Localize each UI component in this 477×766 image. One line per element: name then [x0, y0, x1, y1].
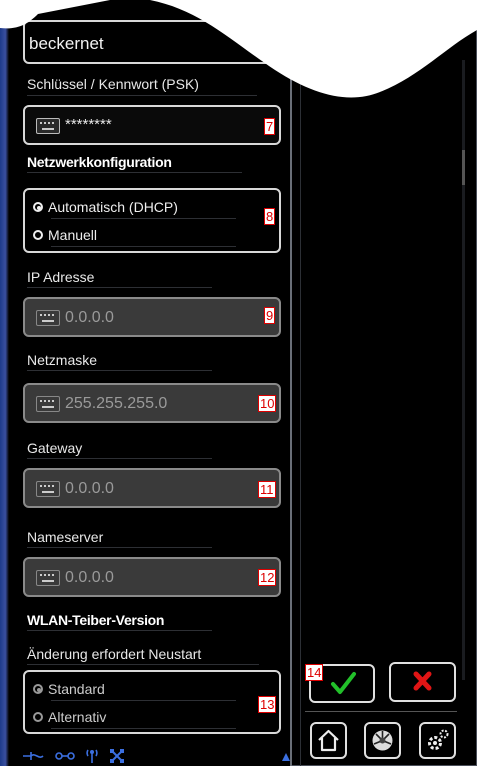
- annotation-badge: 9: [264, 307, 276, 324]
- ip-label: IP Adresse: [27, 269, 95, 285]
- gateway-label: Gateway: [27, 440, 83, 456]
- netconfig-radio-group: Automatisch (DHCP) Manuell: [23, 188, 281, 253]
- scrollbar[interactable]: [462, 60, 465, 680]
- label-underline: [27, 287, 212, 288]
- label-underline: [27, 630, 212, 631]
- label-underline: [27, 458, 212, 459]
- annotation-badge: 14: [305, 664, 324, 681]
- option-underline: [51, 700, 236, 701]
- scrollbar-thumb[interactable]: [462, 150, 465, 185]
- antenna-icon: [86, 749, 98, 763]
- gateway-value: 0.0.0.0: [65, 480, 114, 497]
- home-icon: [318, 729, 339, 752]
- radio-manual-indicator[interactable]: [33, 230, 43, 240]
- netmask-input[interactable]: 255.255.255.0: [23, 383, 281, 423]
- annotation-badge: 13: [258, 696, 277, 713]
- label-underline: [27, 664, 259, 665]
- scroll-up-icon[interactable]: [281, 752, 291, 762]
- netmask-value: 255.255.255.0: [65, 395, 168, 412]
- annotation-badge: 12: [258, 569, 277, 586]
- nameserver-input[interactable]: 0.0.0.0: [23, 557, 281, 597]
- option-underline: [51, 218, 236, 219]
- label-underline: [27, 547, 212, 548]
- keyboard-icon[interactable]: [36, 310, 60, 326]
- ip-input[interactable]: 0.0.0.0: [23, 297, 281, 337]
- nameserver-label: Nameserver: [27, 529, 104, 545]
- cross-icon: [413, 671, 432, 691]
- link-icon: [55, 752, 75, 760]
- psk-input[interactable]: ********: [23, 105, 281, 145]
- radio-standard[interactable]: Standard: [33, 681, 105, 697]
- network-icon: [110, 749, 124, 763]
- status-bar: [9, 746, 291, 766]
- driver-note: Änderung erfordert Neustart: [27, 646, 202, 662]
- driver-heading: WLAN-Teiber-Version: [27, 612, 165, 628]
- annotation-badge: 7: [264, 118, 276, 135]
- cancel-button[interactable]: [389, 662, 456, 702]
- annotation-badge: 8: [264, 208, 276, 225]
- nameserver-value: 0.0.0.0: [65, 569, 114, 586]
- netconfig-heading: Netzwerkkonfiguration: [27, 154, 172, 170]
- radio-dhcp-indicator[interactable]: [33, 202, 43, 212]
- settings-button[interactable]: [419, 722, 456, 759]
- ethernet-icon: [23, 752, 44, 760]
- label-underline: [27, 370, 212, 371]
- fan-icon: [372, 730, 393, 751]
- keyboard-icon[interactable]: [36, 118, 60, 134]
- radio-standard-indicator[interactable]: [33, 684, 43, 694]
- psk-label: Schlüssel / Kennwort (PSK): [27, 76, 199, 92]
- settings-icon: [428, 729, 449, 750]
- option-underline: [51, 246, 236, 247]
- keyboard-icon[interactable]: [36, 481, 60, 497]
- home-button[interactable]: [310, 722, 347, 759]
- annotation-badge: 10: [258, 395, 277, 412]
- ip-value: 0.0.0.0: [65, 309, 114, 326]
- radio-alternativ-indicator[interactable]: [33, 712, 43, 722]
- radio-dhcp-label: Automatisch (DHCP): [48, 199, 178, 215]
- driver-radio-group: Standard Alternativ: [23, 670, 281, 734]
- option-underline: [51, 728, 236, 729]
- label-underline: [27, 95, 257, 96]
- psk-value: ********: [65, 116, 112, 133]
- annotation-badge: 11: [258, 481, 276, 498]
- keyboard-icon[interactable]: [36, 396, 60, 412]
- radio-alternativ[interactable]: Alternativ: [33, 709, 106, 725]
- radio-manual[interactable]: Manuell: [33, 227, 97, 243]
- header-wave-decoration: [0, 0, 477, 98]
- radio-dhcp[interactable]: Automatisch (DHCP): [33, 199, 178, 215]
- radio-manual-label: Manuell: [48, 227, 98, 243]
- fan-button[interactable]: [364, 722, 401, 759]
- label-underline: [27, 172, 242, 173]
- radio-standard-label: Standard: [48, 681, 105, 697]
- netmask-label: Netzmaske: [27, 352, 98, 368]
- toolbar-divider: [305, 711, 457, 712]
- keyboard-icon[interactable]: [36, 570, 60, 586]
- gateway-input[interactable]: 0.0.0.0: [23, 468, 281, 508]
- radio-alternativ-label: Alternativ: [48, 709, 107, 725]
